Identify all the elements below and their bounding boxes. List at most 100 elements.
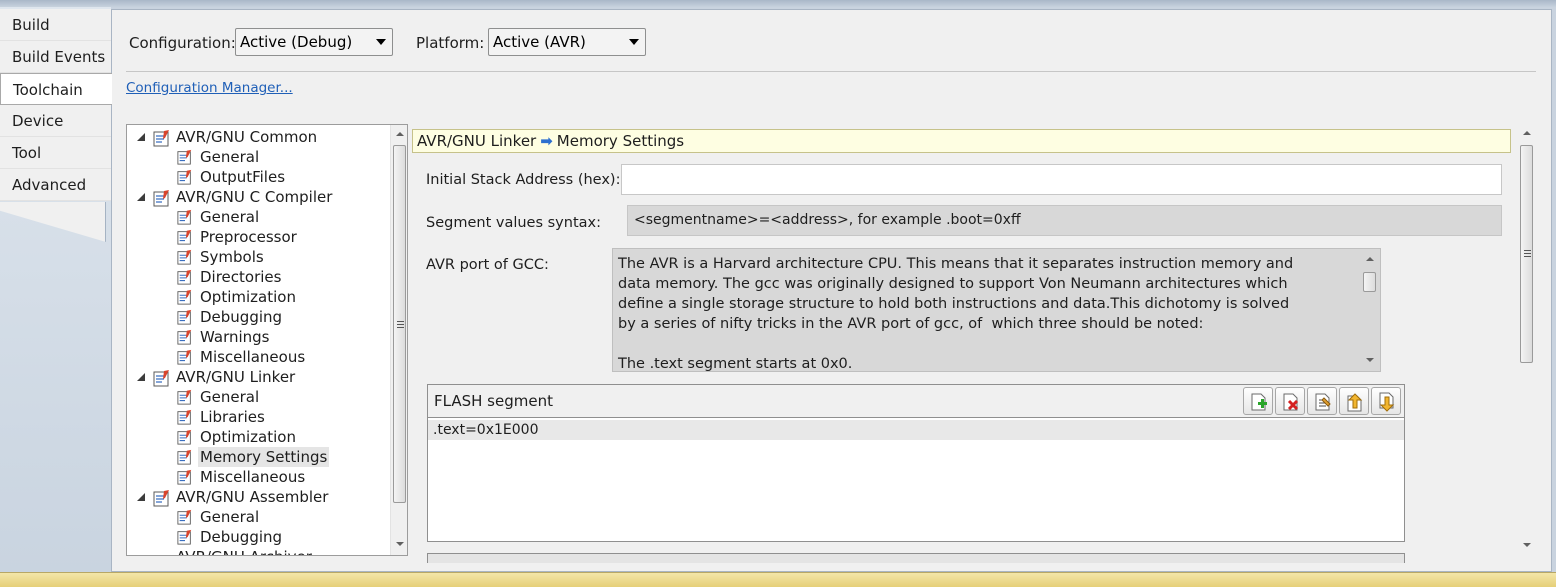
expanded-triangle-icon[interactable]: [137, 493, 145, 501]
divider: [126, 71, 1536, 72]
tree-item-label: Directories: [200, 268, 282, 286]
properties-scrollbar[interactable]: [1518, 124, 1536, 556]
tree-group-label: AVR/GNU Common: [176, 128, 318, 146]
tree-item[interactable]: Miscellaneous: [127, 467, 387, 487]
scroll-up-icon[interactable]: [1523, 131, 1531, 135]
tree-item-label: Debugging: [200, 308, 283, 326]
stack-address-label: Initial Stack Address (hex):: [426, 172, 621, 188]
tree-item-label: General: [200, 388, 260, 406]
move-up-button[interactable]: [1339, 387, 1369, 415]
tab-advanced[interactable]: Advanced: [0, 169, 111, 201]
tree-item-label: Miscellaneous: [200, 348, 306, 366]
tree-item[interactable]: Symbols: [127, 247, 387, 267]
tree-item[interactable]: Warnings: [127, 327, 387, 347]
tree-group[interactable]: AVR/GNU C Compiler: [127, 187, 387, 207]
tab-toolchain[interactable]: Toolchain: [0, 73, 112, 105]
arrow-right-icon: ➡: [540, 132, 553, 150]
tabs-decoration: [0, 202, 106, 242]
edit-item-icon: [1315, 393, 1331, 411]
properties-scroll-thumb[interactable]: [1520, 145, 1533, 363]
add-item-button[interactable]: [1243, 387, 1273, 415]
chevron-down-icon: [376, 39, 386, 45]
scroll-up-icon[interactable]: [1366, 257, 1374, 261]
property-page-icon: [177, 509, 195, 525]
tree-scrollbar[interactable]: [390, 125, 407, 555]
expanded-triangle-icon[interactable]: [137, 133, 145, 141]
tree-item[interactable]: General: [127, 507, 387, 527]
grip-icon: [397, 324, 404, 325]
tree-item[interactable]: Directories: [127, 267, 387, 287]
property-page-icon: [177, 349, 195, 365]
platform-value: Active (AVR): [493, 33, 586, 51]
flash-segment-grid: FLASH segment .text=0x1E000: [427, 384, 1405, 542]
stack-address-input[interactable]: [621, 164, 1502, 195]
tree-item-label: Symbols: [200, 248, 264, 266]
configuration-value: Active (Debug): [240, 33, 353, 51]
avr-port-description: The AVR is a Harvard architecture CPU. T…: [612, 248, 1381, 372]
avr-port-label: AVR port of GCC:: [426, 257, 549, 273]
expanded-triangle-icon[interactable]: [137, 193, 145, 201]
tree-item[interactable]: Memory Settings: [127, 447, 387, 467]
configuration-manager-link[interactable]: Configuration Manager...: [126, 80, 293, 96]
move-down-icon: [1379, 392, 1395, 412]
scroll-up-icon[interactable]: [396, 132, 404, 136]
property-page-icon: [177, 229, 195, 245]
tree-item-label: Optimization: [200, 288, 296, 306]
platform-dropdown[interactable]: Active (AVR): [488, 28, 646, 56]
property-page-icon: [177, 449, 195, 465]
tree-item[interactable]: General: [127, 147, 387, 167]
tab-tool[interactable]: Tool: [0, 137, 111, 169]
grip-icon: [397, 327, 404, 328]
tree-group[interactable]: AVR/GNU Common: [127, 127, 387, 147]
expanded-triangle-icon[interactable]: [137, 373, 145, 381]
tree-item[interactable]: General: [127, 207, 387, 227]
platform-label: Platform:: [416, 34, 485, 52]
property-page-icon: [153, 489, 171, 507]
delete-item-button[interactable]: [1275, 387, 1305, 415]
avr-port-scrollbar[interactable]: [1360, 249, 1380, 371]
tree-group-label: AVR/GNU Archiver: [176, 547, 312, 555]
property-page-icon: [177, 169, 195, 185]
tree-group[interactable]: AVR/GNU Linker: [127, 367, 387, 387]
tree-item[interactable]: Debugging: [127, 307, 387, 327]
configuration-dropdown[interactable]: Active (Debug): [235, 28, 393, 56]
tree-item-label: Warnings: [200, 328, 270, 346]
edit-item-button[interactable]: [1307, 387, 1337, 415]
property-page-icon: [177, 209, 195, 225]
scroll-down-icon[interactable]: [1523, 543, 1531, 547]
tree-item[interactable]: OutputFiles: [127, 167, 387, 187]
tree-item-label: Memory Settings: [198, 447, 330, 467]
tree-item-label: General: [200, 508, 260, 526]
tree-item[interactable]: Libraries: [127, 407, 387, 427]
move-down-button[interactable]: [1371, 387, 1401, 415]
tree-item[interactable]: Debugging: [127, 527, 387, 547]
project-properties-tabs: Build Build Events Toolchain Device Tool…: [0, 7, 112, 572]
avr-port-scroll-thumb[interactable]: [1363, 272, 1376, 292]
tree-item[interactable]: Preprocessor: [127, 227, 387, 247]
flash-segment-header: FLASH segment: [428, 385, 1404, 418]
toolchain-panel: Configuration: Active (Debug) Platform: …: [111, 9, 1552, 572]
tree-group[interactable]: AVR/GNU Assembler: [127, 487, 387, 507]
tree-item-label: General: [200, 148, 260, 166]
tab-device[interactable]: Device: [0, 105, 111, 137]
move-up-icon: [1347, 393, 1363, 412]
tree-item[interactable]: Optimization: [127, 427, 387, 447]
tab-build-events[interactable]: Build Events: [0, 41, 111, 73]
tree-item-label: Libraries: [200, 408, 265, 426]
tree-scroll-thumb[interactable]: [393, 145, 406, 503]
flash-segment-title: FLASH segment: [434, 392, 553, 410]
scroll-down-icon[interactable]: [1366, 358, 1374, 362]
tree-item[interactable]: General: [127, 387, 387, 407]
segment-syntax-value: <segmentname>=<address>, for example .bo…: [627, 205, 1502, 236]
tree-item[interactable]: Miscellaneous: [127, 347, 387, 367]
tree-item-label: Miscellaneous: [200, 468, 306, 486]
scroll-down-icon[interactable]: [396, 542, 404, 546]
tab-build[interactable]: Build: [0, 9, 111, 41]
flash-segment-row[interactable]: .text=0x1E000: [428, 420, 1404, 440]
tree-item[interactable]: Optimization: [127, 287, 387, 307]
tree-item-label: OutputFiles: [200, 168, 286, 186]
properties-breadcrumb: AVR/GNU Linker ➡ Memory Settings: [412, 129, 1511, 153]
next-segment-grid: [427, 553, 1405, 563]
tree-group-label: AVR/GNU Linker: [176, 368, 296, 386]
property-page-icon: [177, 389, 195, 405]
